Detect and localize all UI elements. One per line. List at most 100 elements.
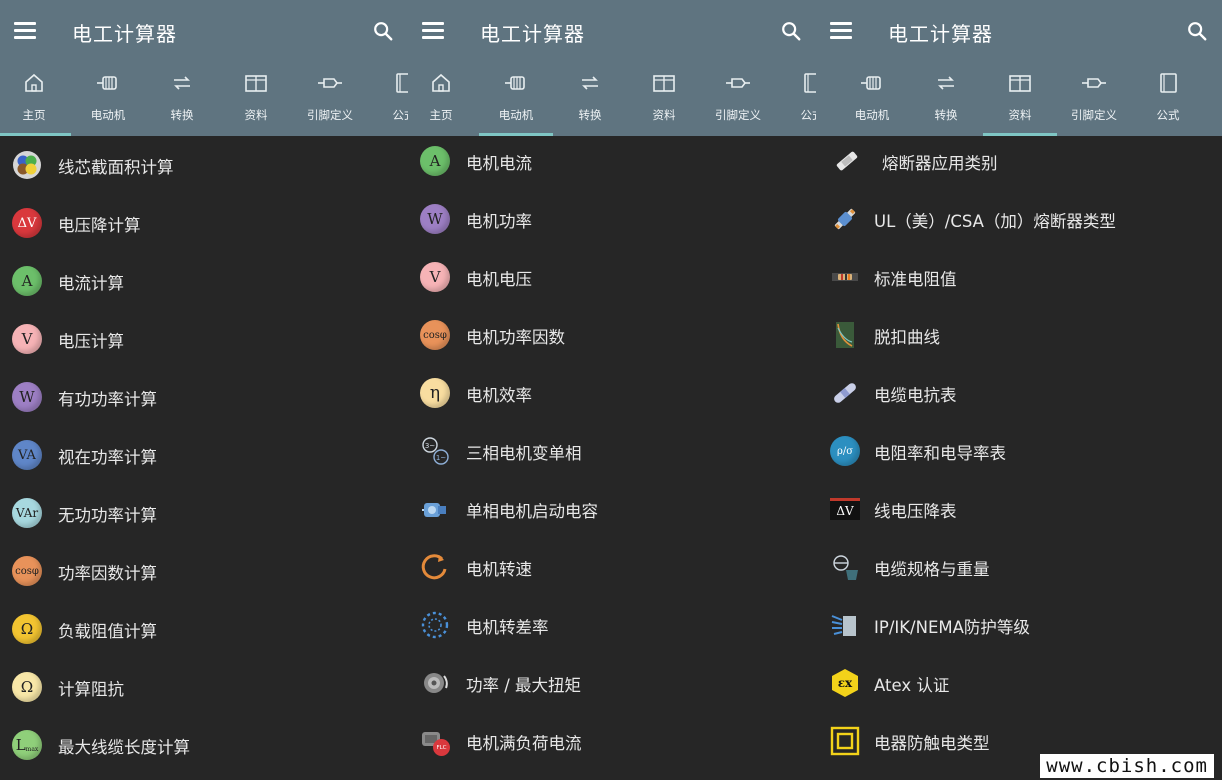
list-item[interactable]: 3~ 1~ 三相电机变单相 [408, 422, 816, 480]
watermark: www.cbish.com [1040, 754, 1214, 778]
torque-icon [424, 673, 448, 693]
list-item[interactable]: A 电流计算 [0, 252, 408, 310]
list-item[interactable]: FLC 电机满负荷电流 [408, 712, 816, 770]
list-item[interactable]: 电缆规格与重量 [816, 538, 1222, 596]
apparent-power-icon: VA [12, 440, 42, 470]
max-cable-length-icon: Lmax [12, 730, 42, 760]
menu-icon[interactable] [14, 22, 36, 39]
atex-icon: εx [830, 668, 860, 698]
motor-calculator-list: A 电机电流 W 电机功率 V 电机电压 cosφ 电机功率因数 η 电机效率 … [408, 132, 816, 770]
book-open-icon [245, 75, 267, 92]
list-item[interactable]: 标准电阻值 [816, 248, 1222, 306]
list-item[interactable]: 脱扣曲线 [816, 306, 1222, 364]
tab-motor[interactable]: 电动机 [71, 58, 145, 136]
tab-convert[interactable]: 转换 [145, 58, 219, 136]
motor-slip-icon [421, 611, 449, 639]
home-icon [25, 73, 43, 92]
svg-text:3~: 3~ [425, 442, 435, 450]
list-item[interactable]: Lmax 最大线缆长度计算 [0, 716, 408, 774]
screen-home: 电工计算器 主页 电动机 转换 资料 引脚定义 公式 [0, 0, 408, 780]
list-item[interactable]: ρ/σ 电阻率和电导率表 [816, 422, 1222, 480]
tab-pinout[interactable]: 引脚定义 [701, 58, 775, 136]
list-item[interactable]: η 电机效率 [408, 364, 816, 422]
search-icon[interactable] [780, 20, 802, 42]
list-item[interactable]: 电缆电抗表 [816, 364, 1222, 422]
app-bar: 电工计算器 [0, 0, 408, 58]
list-item[interactable]: 单相电机启动电容 [408, 480, 816, 538]
voltage-drop-icon: ΔV [12, 208, 42, 238]
convert-icon [938, 76, 954, 90]
tab-motor[interactable]: 电动机 [835, 58, 909, 136]
reactive-power-icon: VAr [12, 498, 42, 528]
connector-icon [726, 78, 750, 88]
voltage-icon: V [12, 324, 42, 354]
tab-pinout[interactable]: 引脚定义 [1057, 58, 1131, 136]
tab-reference[interactable]: 资料 [219, 58, 293, 136]
list-item[interactable]: IP/IK/NEMA防护等级 [816, 596, 1222, 654]
menu-icon[interactable] [830, 22, 852, 39]
tab-bar: 主页 电动机 转换 资料 引脚定义 公式 [408, 58, 816, 136]
list-item[interactable]: 电机转差率 [408, 596, 816, 654]
wire-cores-icon [13, 151, 41, 179]
list-item[interactable]: Ω 负载阻值计算 [0, 600, 408, 658]
motor-voltage-icon: V [420, 262, 450, 292]
tab-pinout[interactable]: 引脚定义 [293, 58, 367, 136]
tab-reference[interactable]: 资料 [627, 58, 701, 136]
motor-power-factor-icon: cosφ [420, 320, 450, 350]
list-item[interactable]: UL（美）/CSA（加）熔断器类型 [816, 190, 1222, 248]
list-item[interactable]: W 电机功率 [408, 190, 816, 248]
list-item[interactable]: ΔV 线电压降表 [816, 480, 1222, 538]
list-item[interactable]: V 电机电压 [408, 248, 816, 306]
motor-icon [97, 76, 117, 90]
app-title: 电工计算器 [480, 22, 585, 46]
calculator-list: 线芯截面积计算 ΔV 电压降计算 A 电流计算 V 电压计算 W 有功功率计算 … [0, 136, 408, 774]
screen-motor: 电工计算器 主页 电动机 转换 资料 引脚定义 公式 A [408, 0, 816, 780]
tab-motor[interactable]: 电动机 [479, 58, 553, 136]
menu-icon[interactable] [422, 22, 444, 39]
list-item[interactable]: 线芯截面积计算 [0, 136, 408, 194]
motor-power-icon: W [420, 204, 450, 234]
list-item[interactable]: cosφ 功率因数计算 [0, 542, 408, 600]
list-item[interactable]: W 有功功率计算 [0, 368, 408, 426]
tab-formula[interactable]: 公式 [367, 58, 408, 136]
list-item[interactable]: Ω 计算阻抗 [0, 658, 408, 716]
start-capacitor-icon [422, 503, 446, 517]
tab-bar: 电动机 转换 资料 引脚定义 公式 [816, 58, 1222, 136]
screen-reference: 电工计算器 电动机 转换 资料 引脚定义 公式 熔断器应用类别 UL（美）/CS… [816, 0, 1222, 780]
tab-formula[interactable]: 公式 [775, 58, 816, 136]
tab-convert[interactable]: 转换 [909, 58, 983, 136]
motor-current-icon: A [420, 146, 450, 176]
fuse-type-icon [834, 208, 856, 230]
ip-rating-icon [831, 615, 856, 636]
search-icon[interactable] [372, 20, 394, 42]
list-item[interactable]: ΔV 电压降计算 [0, 194, 408, 252]
svg-text:1~: 1~ [436, 454, 446, 462]
list-item[interactable]: 电机转速 [408, 538, 816, 596]
load-resistance-icon: Ω [12, 614, 42, 644]
full-load-current-icon: FLC [420, 726, 450, 756]
tab-home[interactable]: 主页 [408, 58, 478, 136]
resistor-icon [832, 273, 858, 281]
book-open-icon [653, 75, 675, 92]
list-item[interactable]: VAr 无功功率计算 [0, 484, 408, 542]
home-icon [432, 73, 450, 92]
tab-home[interactable]: 主页 [0, 58, 71, 136]
list-item[interactable]: εx Atex 认证 [816, 654, 1222, 712]
list-item[interactable]: VA 视在功率计算 [0, 426, 408, 484]
tab-reference[interactable]: 资料 [983, 58, 1057, 136]
tab-convert[interactable]: 转换 [553, 58, 627, 136]
tab-formula[interactable]: 公式 [1131, 58, 1205, 136]
formula-book-icon [1160, 73, 1177, 93]
line-voltage-drop-icon: ΔV [830, 498, 860, 520]
app-bar: 电工计算器 [816, 0, 1222, 58]
book-open-icon [1009, 75, 1031, 92]
list-item[interactable]: A 电机电流 [408, 132, 816, 190]
list-item[interactable]: 功率 / 最大扭矩 [408, 654, 816, 712]
list-item[interactable]: 熔断器应用类别 [816, 132, 1222, 190]
search-icon[interactable] [1186, 20, 1208, 42]
cable-weight-icon [833, 555, 858, 580]
list-item[interactable]: V 电压计算 [0, 310, 408, 368]
motor-icon [861, 76, 881, 90]
list-item[interactable]: cosφ 电机功率因数 [408, 306, 816, 364]
app-bar: 电工计算器 [408, 0, 816, 58]
